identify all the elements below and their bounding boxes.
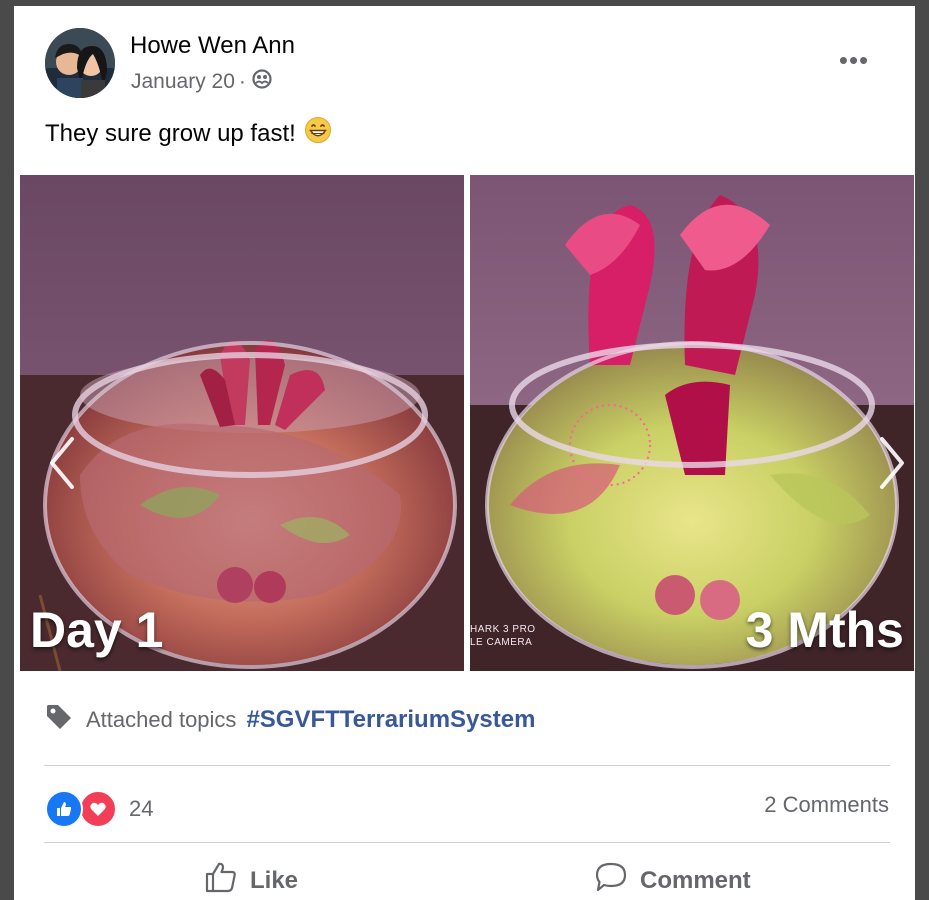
reactions-summary[interactable]: 24 <box>45 790 153 828</box>
reaction-count: 24 <box>129 796 154 821</box>
photo-caption-3-months: 3 Mths <box>745 602 904 658</box>
tag-icon <box>44 702 74 738</box>
camera-watermark: HARK 3 PRO LE CAMERA <box>470 623 536 649</box>
post-date[interactable]: January 20 <box>131 70 235 94</box>
post-text-line: They sure grow up fast! <box>45 116 332 151</box>
grin-emoji-icon <box>304 116 332 151</box>
post-card: Howe Wen Ann January 20 · ••• They sure … <box>14 6 915 900</box>
comment-button[interactable]: Comment <box>594 861 751 900</box>
topic-hashtag-link[interactable]: #SGVFTTerrariumSystem <box>246 706 535 734</box>
divider <box>44 765 890 766</box>
photo-day-1[interactable]: Day 1 <box>20 175 464 671</box>
comments-count-link[interactable]: 2 Comments <box>764 792 889 818</box>
more-options-icon[interactable]: ••• <box>836 42 872 78</box>
photo-3-months[interactable]: HARK 3 PRO LE CAMERA 3 Mths <box>470 175 914 671</box>
author-name[interactable]: Howe Wen Ann <box>130 32 295 60</box>
like-button[interactable]: Like <box>204 861 298 900</box>
watermark-line-2: LE CAMERA <box>470 637 533 648</box>
photo-gallery[interactable]: Day 1 HARK 3 PRO LE CAMERA 3 Mths <box>20 175 914 671</box>
comment-label: Comment <box>640 866 751 894</box>
like-reaction-icon <box>45 790 83 828</box>
attached-topics: Attached topics #SGVFTTerrariumSystem <box>44 702 535 738</box>
attached-topics-label: Attached topics <box>86 707 237 732</box>
love-reaction-icon <box>79 790 117 828</box>
avatar[interactable] <box>45 28 115 98</box>
divider <box>44 842 890 843</box>
watermark-line-1: HARK 3 PRO <box>470 624 536 635</box>
friends-icon[interactable] <box>251 68 273 96</box>
like-label: Like <box>250 866 299 894</box>
chevron-right-icon[interactable] <box>872 433 912 493</box>
meta-separator: · <box>238 70 246 93</box>
comment-bubble-icon <box>594 861 628 900</box>
post-text: They sure grow up fast! <box>45 119 296 147</box>
chevron-left-icon[interactable] <box>42 433 82 493</box>
photo-caption-day-1: Day 1 <box>30 602 164 658</box>
post-meta: January 20 · <box>131 68 273 96</box>
thumbs-up-icon <box>204 861 238 900</box>
